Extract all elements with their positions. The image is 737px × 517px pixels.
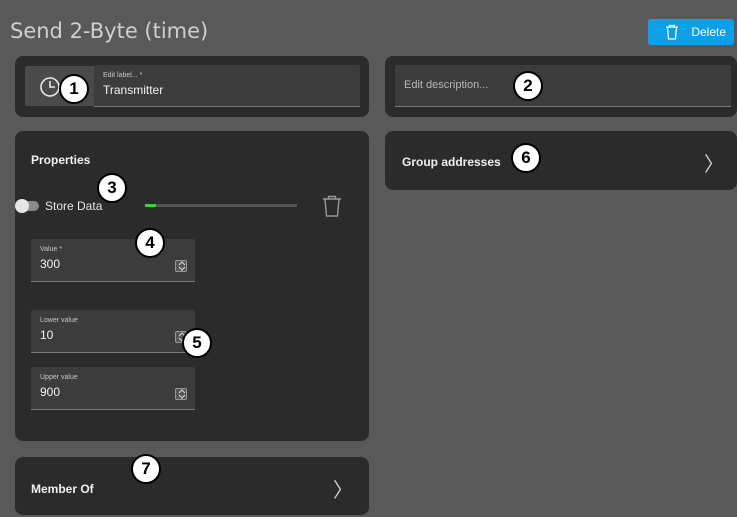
annotation-badge-4: 4 xyxy=(135,228,165,258)
annotation-badge-5: 5 xyxy=(182,328,212,358)
group-addresses-title: Group addresses xyxy=(402,155,501,169)
member-of-title: Member Of xyxy=(31,482,94,496)
spinner-icon[interactable] xyxy=(175,260,187,272)
lower-value-label: Lower value xyxy=(40,317,78,324)
store-data-label: Store Data xyxy=(45,199,103,213)
value-field-label: Value * xyxy=(40,246,63,253)
upper-value-label: Upper value xyxy=(40,374,78,381)
lower-value-value: 10 xyxy=(40,328,54,342)
trash-icon xyxy=(665,24,679,40)
annotation-badge-6: 6 xyxy=(511,143,541,173)
clock-icon xyxy=(40,77,60,97)
annotation-badge-1: 1 xyxy=(59,74,89,104)
label-field-value: Transmitter xyxy=(103,83,164,97)
delete-button[interactable]: Delete xyxy=(648,19,734,45)
upper-value-field[interactable]: Upper value 900 xyxy=(31,367,195,410)
chevron-right-icon: 〉 xyxy=(704,152,724,176)
upper-value-value: 900 xyxy=(40,385,61,399)
trash-icon[interactable] xyxy=(322,195,342,217)
label-field[interactable]: Edit label... * Transmitter xyxy=(94,65,360,107)
value-field[interactable]: Value * 300 xyxy=(31,239,195,282)
annotation-badge-7: 7 xyxy=(131,454,161,484)
annotation-badge-3: 3 xyxy=(97,173,127,203)
member-of-card[interactable]: Member Of 〉 xyxy=(15,457,369,515)
label-field-label: Edit label... * xyxy=(103,72,143,79)
description-field[interactable]: Edit description... xyxy=(395,65,731,107)
annotation-badge-2: 2 xyxy=(513,71,543,101)
progress-fill xyxy=(145,204,156,207)
spinner-icon[interactable] xyxy=(175,388,187,400)
store-data-toggle[interactable] xyxy=(15,199,39,213)
value-field-value: 300 xyxy=(40,257,61,271)
lower-value-field[interactable]: Lower value 10 xyxy=(31,310,195,353)
description-card: Edit description... xyxy=(385,56,737,117)
page-title: Send 2-Byte (time) xyxy=(10,19,209,43)
description-placeholder: Edit description... xyxy=(404,79,489,91)
delete-button-label: Delete xyxy=(691,25,726,39)
group-addresses-card[interactable]: Group addresses 〉 xyxy=(385,131,737,190)
properties-title: Properties xyxy=(31,153,91,167)
progress-track xyxy=(145,204,297,207)
chevron-right-icon: 〉 xyxy=(333,478,353,502)
toggle-knob xyxy=(15,199,29,213)
